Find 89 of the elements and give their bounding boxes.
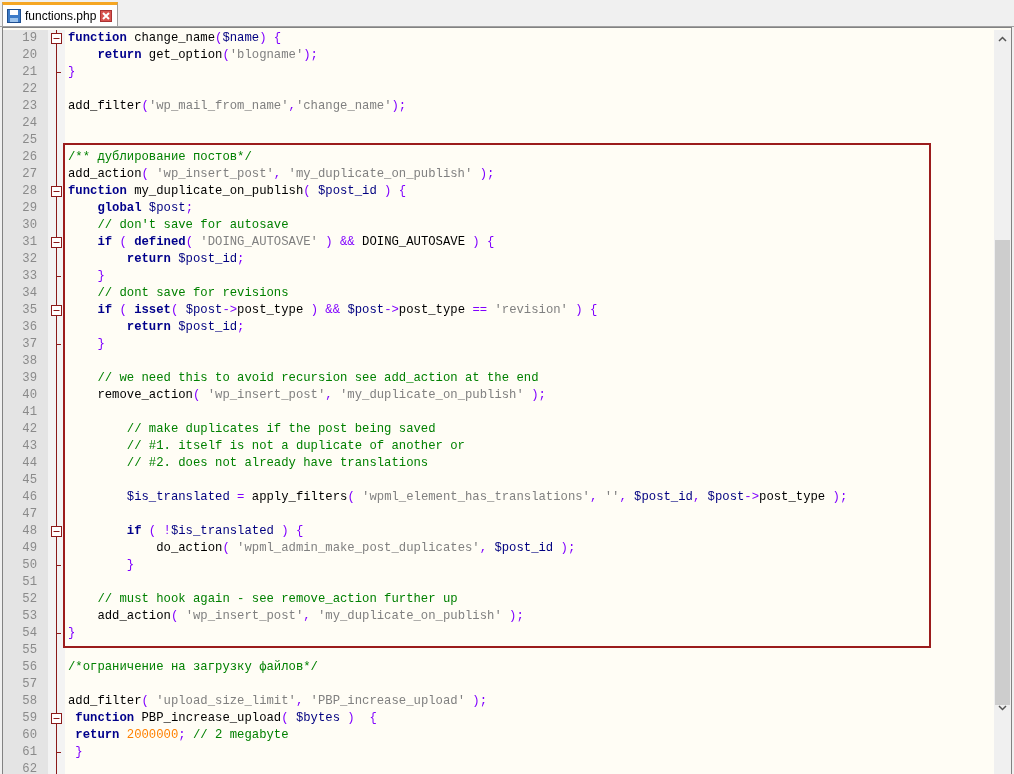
line-number: 52 xyxy=(21,591,37,608)
vertical-scrollbar[interactable] xyxy=(994,30,1011,774)
line-number: 62 xyxy=(21,761,37,774)
code-line: } xyxy=(125,558,135,572)
fold-minus-icon[interactable] xyxy=(51,237,62,248)
line-number: 19 xyxy=(21,30,37,47)
code-line: function my_duplicate_on_publish( $post_id ) { xyxy=(68,184,407,198)
line-number: 42 xyxy=(21,421,37,438)
line-number: 56 xyxy=(21,659,37,676)
line-number: 35 xyxy=(21,302,37,319)
line-number: 39 xyxy=(21,370,37,387)
line-number: 59 xyxy=(21,710,37,727)
code-line: } xyxy=(74,745,83,759)
line-number: 43 xyxy=(21,438,37,455)
code-line: // must hook again - see remove_action further up xyxy=(96,592,458,606)
line-number: 47 xyxy=(21,506,37,523)
fold-minus-icon[interactable] xyxy=(51,33,62,44)
line-number: 44 xyxy=(21,455,37,472)
line-number: 54 xyxy=(21,625,37,642)
line-number: 41 xyxy=(21,404,37,421)
line-number: 60 xyxy=(21,727,37,744)
line-number: 51 xyxy=(21,574,37,591)
fold-minus-icon[interactable] xyxy=(51,526,62,537)
code-line: add_action( 'wp_insert_post', 'my_duplicate_on_publish' ); xyxy=(96,609,524,623)
code-line: // #2. does not already have translations xyxy=(125,456,429,470)
line-number: 55 xyxy=(21,642,37,659)
line-number: 53 xyxy=(21,608,37,625)
line-number: 27 xyxy=(21,166,37,183)
code-line: remove_action( 'wp_insert_post', 'my_duplicate_on_publish' ); xyxy=(96,388,546,402)
line-number: 61 xyxy=(21,744,37,761)
scrollbar-thumb[interactable] xyxy=(995,240,1010,705)
fold-minus-icon[interactable] xyxy=(51,186,62,197)
code-line: add_filter('wp_mail_from_name','change_name'); xyxy=(68,99,407,113)
code-line: if ( isset( $post->post_type ) && $post->post_type == 'revision' ) { xyxy=(96,303,598,317)
line-number: 33 xyxy=(21,268,37,285)
code-line: $is_translated = apply_filters( 'wpml_element_has_translations', '', $post_id, $post->post_type ); xyxy=(125,490,848,504)
code-line: /*ограничение на загрузку файлов*/ xyxy=(68,660,318,674)
code-line: return 2000000; // 2 megabyte xyxy=(74,728,289,742)
code-line: // we need this to avoid recursion see add_action at the end xyxy=(96,371,539,385)
line-number: 30 xyxy=(21,217,37,234)
code-line: } xyxy=(68,65,76,79)
line-number: 32 xyxy=(21,251,37,268)
code-line: function PBP_increase_upload( $bytes ) { xyxy=(74,711,377,725)
line-number: 21 xyxy=(21,64,37,81)
scroll-up-icon[interactable] xyxy=(998,36,1007,42)
line-number: 34 xyxy=(21,285,37,302)
code-line: function change_name($name) { xyxy=(68,31,282,45)
line-number: 28 xyxy=(21,183,37,200)
line-number: 26 xyxy=(21,149,37,166)
code-line: add_filter( 'upload_size_limit', 'PBP_increase_upload' ); xyxy=(68,694,488,708)
code-line: // don't save for autosave xyxy=(96,218,289,232)
line-number: 48 xyxy=(21,523,37,540)
code-line: return get_option('blogname'); xyxy=(96,48,318,62)
code-line: } xyxy=(68,626,76,640)
line-number: 36 xyxy=(21,319,37,336)
line-number: 38 xyxy=(21,353,37,370)
code-line: if ( defined( 'DOING_AUTOSAVE' ) && DOING_AUTOSAVE ) { xyxy=(96,235,495,249)
fold-minus-icon[interactable] xyxy=(51,713,62,724)
code-line: global $post; xyxy=(96,201,193,215)
line-number: 45 xyxy=(21,472,37,489)
code-line: /** дублирование постов*/ xyxy=(68,150,252,164)
code-line: // make duplicates if the post being saved xyxy=(125,422,436,436)
line-number: 58 xyxy=(21,693,37,710)
code-line: do_action( 'wpml_admin_make_post_duplicates', $post_id ); xyxy=(155,541,576,555)
line-number: 46 xyxy=(21,489,37,506)
line-number: 22 xyxy=(21,81,37,98)
code-line: // dont save for revisions xyxy=(96,286,289,300)
code-line: } xyxy=(96,337,105,351)
code-line: // #1. itself is not a duplicate of another or xyxy=(125,439,465,453)
line-number: 37 xyxy=(21,336,37,353)
code-line: } xyxy=(96,269,105,283)
line-number: 50 xyxy=(21,557,37,574)
code-line: return $post_id; xyxy=(125,320,245,334)
code-line: return $post_id; xyxy=(125,252,245,266)
line-number: 31 xyxy=(21,234,37,251)
line-number: 20 xyxy=(21,47,37,64)
fold-minus-icon[interactable] xyxy=(51,305,62,316)
file-tab[interactable]: functions.php xyxy=(2,2,119,26)
line-number: 49 xyxy=(21,540,37,557)
scroll-down-icon[interactable] xyxy=(998,705,1007,711)
line-number: 23 xyxy=(21,98,37,115)
close-icon[interactable] xyxy=(100,9,113,22)
line-number: 40 xyxy=(21,387,37,404)
line-number: 24 xyxy=(21,115,37,132)
line-number: 25 xyxy=(21,132,37,149)
line-number: 29 xyxy=(21,200,37,217)
code-line: if ( !$is_translated ) { xyxy=(125,524,304,538)
code-line: add_action( 'wp_insert_post', 'my_duplicate_on_publish' ); xyxy=(68,167,495,181)
line-number: 57 xyxy=(21,676,37,693)
